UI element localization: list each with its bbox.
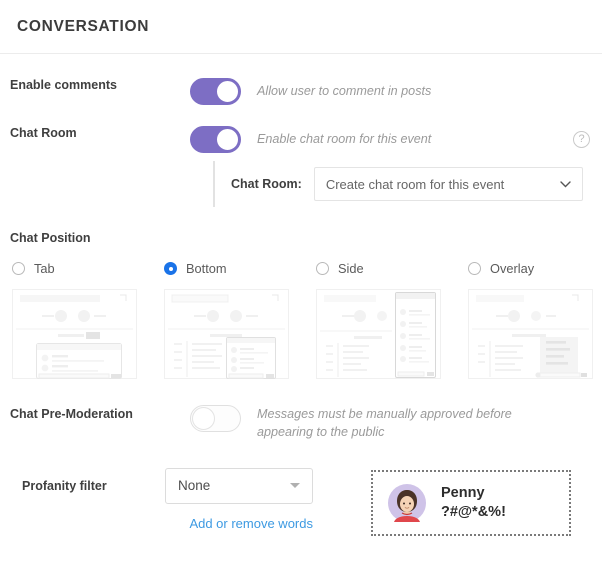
page-title: CONVERSATION [17, 17, 150, 35]
add-remove-words-link[interactable]: Add or remove words [165, 516, 313, 531]
preview-thumbnail-bottom[interactable] [164, 289, 289, 379]
chat-room-select-label: Chat Room: [231, 177, 302, 191]
radio-option-side[interactable]: Side [316, 261, 468, 276]
radio-label: Side [338, 261, 364, 276]
enable-comments-hint: Allow user to comment in posts [257, 84, 432, 98]
radio-icon [468, 262, 481, 275]
enable-comments-label: Enable comments [10, 78, 117, 92]
profanity-preview-text: Penny ?#@*&%! [441, 484, 506, 520]
pre-moderation-label: Chat Pre-Moderation [10, 407, 133, 421]
toggle-knob-icon [192, 407, 215, 430]
help-icon[interactable]: ? [573, 131, 590, 148]
enable-comments-row: Enable comments Allow user to comment in… [0, 78, 602, 105]
profanity-filter-label: Profanity filter [22, 478, 107, 493]
chat-position-label: Chat Position [10, 231, 91, 245]
panel-header: CONVERSATION [0, 0, 602, 54]
radio-icon [12, 262, 25, 275]
radio-option-overlay[interactable]: Overlay [468, 261, 602, 276]
radio-label: Bottom [186, 261, 227, 276]
preview-thumbnail-tab[interactable] [12, 289, 137, 379]
chat-room-select-value: Create chat room for this event [325, 176, 505, 192]
chevron-down-icon [290, 483, 300, 488]
preview-user-name: Penny [441, 485, 485, 502]
chevron-down-icon [560, 178, 571, 190]
pre-moderation-row: Chat Pre-Moderation Messages must be man… [0, 405, 602, 442]
avatar [388, 483, 426, 522]
chat-position-previews [0, 289, 602, 379]
chat-room-hint: Enable chat room for this event [257, 132, 432, 146]
radio-option-tab[interactable]: Tab [12, 261, 164, 276]
chat-room-label: Chat Room [10, 126, 77, 140]
profanity-filter-control: None Add or remove words [165, 467, 313, 531]
profanity-preview-card: Penny ?#@*&%! [371, 469, 571, 536]
preview-thumbnail-overlay[interactable] [468, 289, 593, 379]
chat-position-section: Chat Position Tab Bottom Side Overlay [0, 231, 602, 379]
toggle-knob-icon [216, 128, 239, 151]
radio-icon [316, 262, 329, 275]
preview-user-message: ?#@*&%! [441, 503, 506, 520]
enable-comments-toggle[interactable] [190, 78, 241, 105]
pre-moderation-toggle[interactable] [190, 405, 241, 432]
profanity-filter-select[interactable]: None [165, 467, 313, 504]
radio-label: Overlay [490, 261, 535, 276]
chat-room-row: Chat Room Enable chat room for this even… [0, 126, 602, 153]
radio-label: Tab [34, 261, 55, 276]
pre-moderation-hint: Messages must be manually approved befor… [257, 407, 512, 440]
preview-thumbnail-side[interactable] [316, 289, 441, 379]
radio-option-bottom[interactable]: Bottom [164, 261, 316, 276]
chat-room-select-row: Chat Room: Create chat room for this eve… [213, 161, 583, 207]
chat-room-toggle[interactable] [190, 126, 241, 153]
radio-icon [164, 262, 177, 275]
profanity-filter-row: Profanity filter None Add or remove word… [0, 467, 602, 536]
chat-position-options: Tab Bottom Side Overlay [0, 261, 602, 276]
profanity-filter-value: None [178, 478, 211, 493]
chat-room-select[interactable]: Create chat room for this event [313, 167, 583, 201]
toggle-knob-icon [216, 80, 239, 103]
